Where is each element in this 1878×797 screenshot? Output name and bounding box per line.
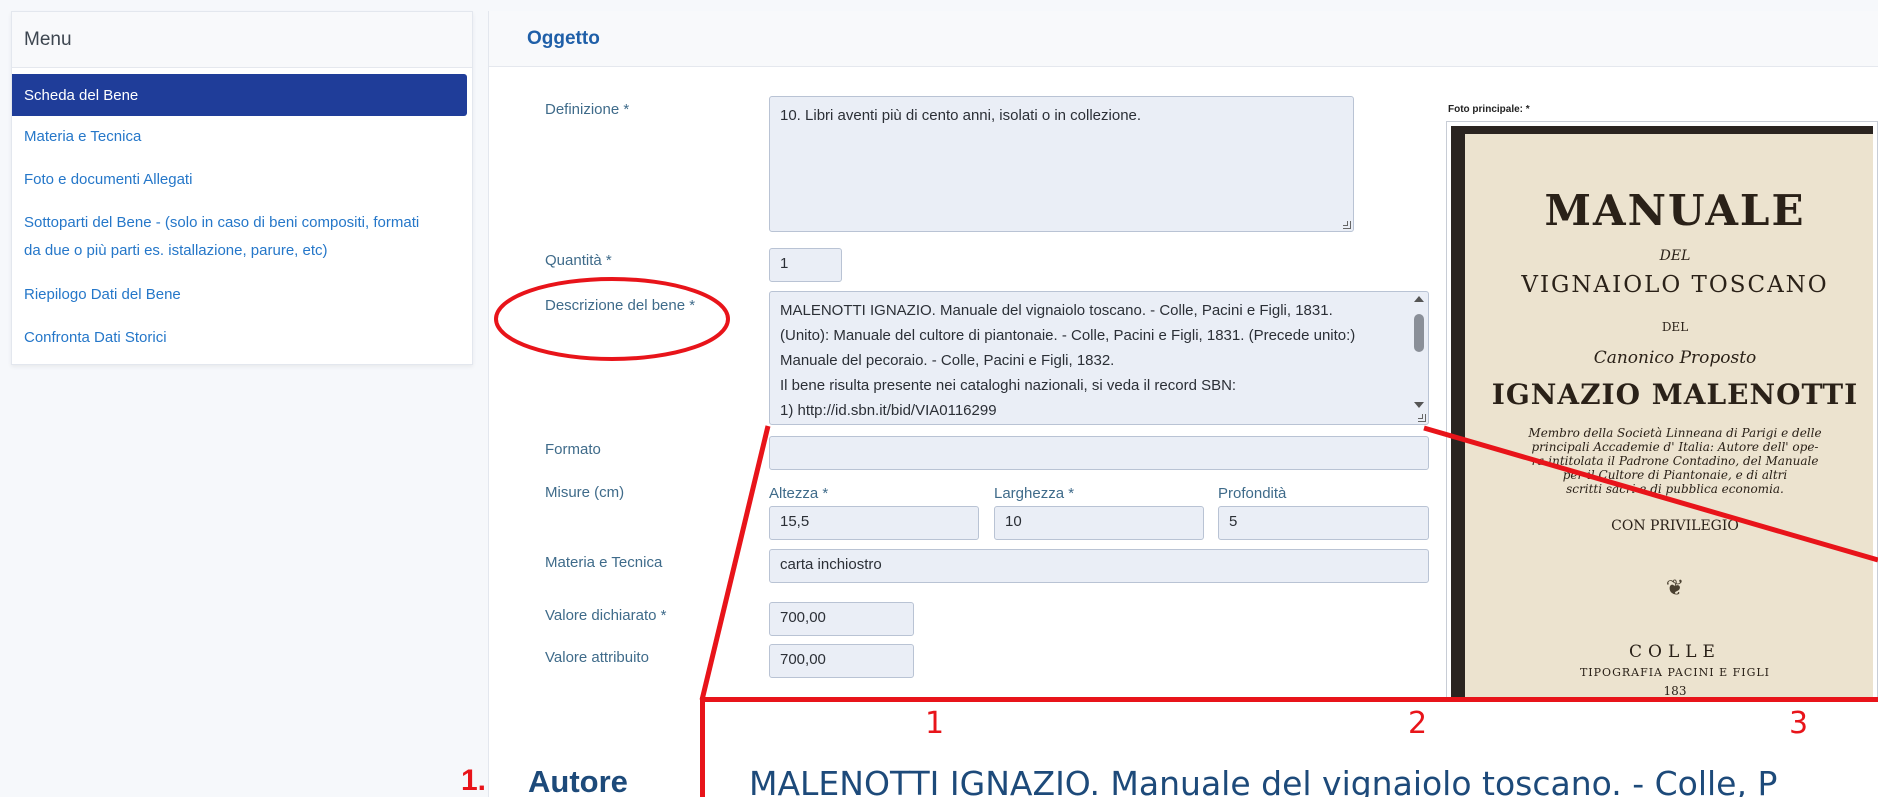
zoom-callout: 1 2 3 MALENOTTI IGNAZIO. Manuale del vig…: [700, 697, 1878, 797]
page-text: CON PRIVILEGIO: [1611, 518, 1739, 534]
larghezza-label: Larghezza *: [994, 485, 1075, 502]
descrizione-line: Il bene risulta presente nei cataloghi n…: [780, 377, 1237, 394]
zoom-marker-2: 2: [1408, 706, 1428, 741]
valore-dichiarato-label: Valore dichiarato *: [545, 607, 667, 624]
page-text: scritti sacri e di pubblica economia.: [1566, 482, 1784, 496]
zoom-marker-1: 1: [925, 706, 945, 741]
definizione-label: Definizione *: [545, 101, 630, 118]
sidebar-item-materia-e-tecnica[interactable]: Materia e Tecnica: [12, 122, 472, 151]
page-text: per il Cultore di Piantonaie, e di altri: [1562, 468, 1788, 482]
autore-heading: Autore: [528, 764, 628, 797]
valore-dichiarato-input[interactable]: 700,00: [769, 602, 914, 636]
descrizione-line: MALENOTTI IGNAZIO. Manuale del vignaiolo…: [780, 302, 1333, 319]
quantita-label: Quantità *: [545, 252, 612, 269]
scroll-down-icon[interactable]: [1414, 402, 1424, 408]
scroll-thumb[interactable]: [1414, 314, 1424, 352]
sidebar-menu: Menu Scheda del Bene Materia e Tecnica F…: [11, 11, 473, 365]
definizione-value: 10. Libri aventi più di cento anni, isol…: [780, 107, 1142, 124]
valore-attribuito-label: Valore attribuito: [545, 649, 649, 666]
foto-principale-label: Foto principale: *: [1448, 104, 1530, 115]
descrizione-line: 1) http://id.sbn.it/bid/VIA0116299: [780, 402, 997, 419]
page-text: MANUALE: [1544, 186, 1806, 235]
scroll-up-icon[interactable]: [1414, 296, 1424, 302]
zoom-marker-3: 3: [1789, 706, 1809, 741]
page-text: 183: [1663, 684, 1687, 698]
materia-label: Materia e Tecnica: [545, 554, 663, 571]
descrizione-textarea[interactable]: MALENOTTI IGNAZIO. Manuale del vignaiolo…: [769, 291, 1429, 425]
sidebar-item-sottoparti-cont[interactable]: da due o più parti es. istallazione, par…: [12, 236, 472, 265]
sidebar-item-scheda-del-bene[interactable]: Scheda del Bene: [12, 74, 467, 116]
book-title-page: MANUALE DEL VIGNAIOLO TOSCANO DEL Canoni…: [1465, 134, 1873, 726]
quantita-input[interactable]: 1: [769, 248, 842, 282]
page-text: DEL: [1661, 320, 1689, 334]
descrizione-label: Descrizione del bene *: [545, 297, 696, 314]
formato-label: Formato: [545, 441, 601, 458]
ornament-icon: ❦: [1665, 576, 1685, 601]
descrizione-line: Manuale del pecoraio. - Colle, Pacini e …: [780, 352, 1115, 369]
resize-handle-icon[interactable]: [1418, 414, 1426, 422]
definizione-textarea[interactable]: 10. Libri aventi più di cento anni, isol…: [769, 96, 1354, 232]
profondita-label: Profondità: [1218, 485, 1287, 502]
valore-attribuito-input[interactable]: 700,00: [769, 644, 914, 678]
screen: Menu Scheda del Bene Materia e Tecnica F…: [0, 0, 1878, 797]
page-text: ra intitolata il Padrone Contadino, del …: [1531, 454, 1819, 468]
page-text: VIGNAIOLO TOSCANO: [1521, 272, 1829, 298]
sidebar-title: Menu: [24, 28, 72, 50]
page-text: COLLE: [1629, 642, 1721, 662]
formato-input[interactable]: [769, 436, 1429, 470]
sidebar-item-sottoparti[interactable]: Sottoparti del Bene - (solo in caso di b…: [12, 208, 472, 237]
misure-label: Misure (cm): [545, 484, 625, 501]
materia-input[interactable]: carta inchiostro: [769, 549, 1429, 583]
book-photo: MANUALE DEL VIGNAIOLO TOSCANO DEL Canoni…: [1451, 126, 1873, 726]
panel-title: Oggetto: [527, 27, 600, 49]
page-text: TIPOGRAFIA PACINI E FIGLI: [1579, 666, 1771, 679]
page-text: IGNAZIO MALENOTTI: [1491, 378, 1859, 411]
autore-number: 1.: [461, 764, 487, 797]
sidebar-header: Menu: [12, 12, 472, 68]
profondita-input[interactable]: 5: [1218, 506, 1429, 540]
descrizione-scrollbar[interactable]: [1412, 294, 1426, 410]
sidebar-item-foto-e-documenti[interactable]: Foto e documenti Allegati: [12, 165, 472, 194]
page-text: Membro della Società Linneana di Parigi …: [1528, 426, 1822, 440]
sidebar-item-confronta[interactable]: Confronta Dati Storici: [12, 323, 472, 352]
sidebar-item-riepilogo[interactable]: Riepilogo Dati del Bene: [12, 280, 472, 309]
zoom-text: MALENOTTI IGNAZIO. Manuale del vignaiolo…: [749, 764, 1778, 797]
foto-principale[interactable]: MANUALE DEL VIGNAIOLO TOSCANO DEL Canoni…: [1446, 121, 1878, 731]
descrizione-line: (Unito): Manuale del cultore di piantona…: [780, 327, 1356, 344]
altezza-input[interactable]: 15,5: [769, 506, 979, 540]
page-text: Canonico Proposto: [1593, 348, 1757, 368]
page-text: DEL: [1659, 248, 1691, 264]
main-header: Oggetto: [489, 11, 1878, 67]
altezza-label: Altezza *: [769, 485, 829, 502]
resize-handle-icon[interactable]: [1343, 221, 1351, 229]
page-text: principali Accademie d' Italia: Autore d…: [1531, 440, 1819, 454]
larghezza-input[interactable]: 10: [994, 506, 1204, 540]
